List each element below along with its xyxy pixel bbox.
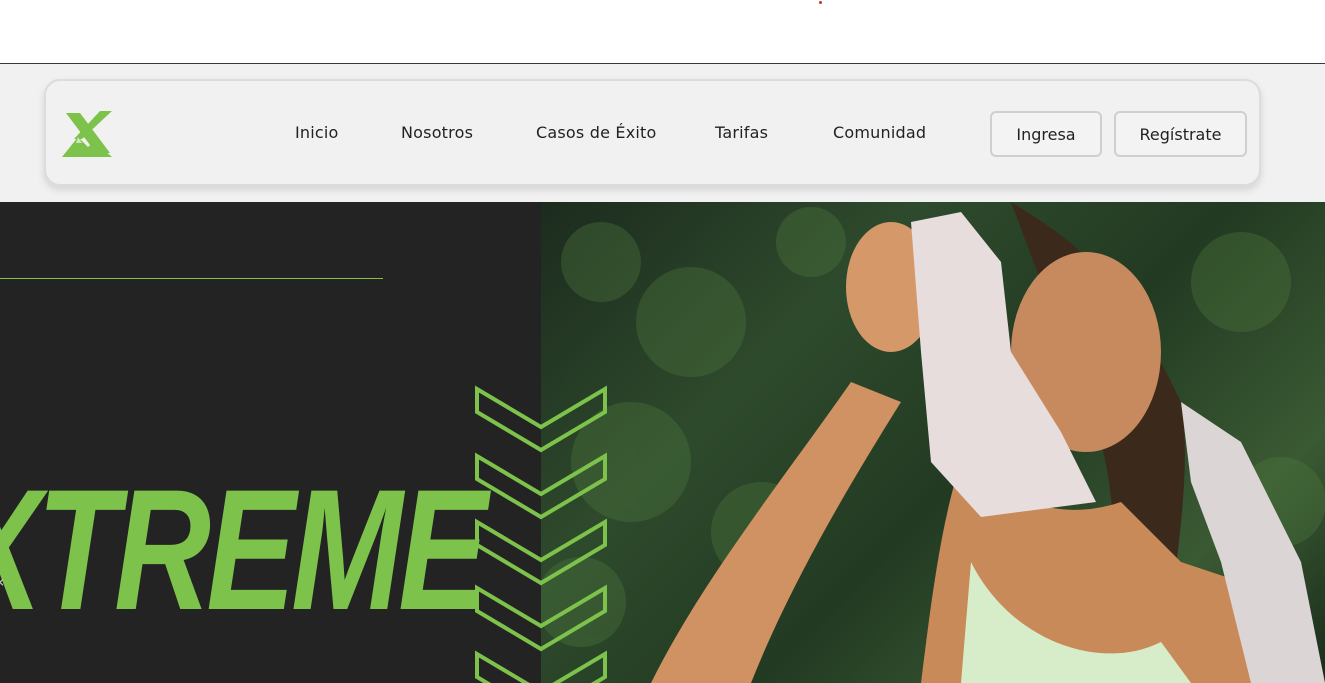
nav-link-nosotros[interactable]: Nosotros: [401, 123, 473, 142]
chevron-left-icon[interactable]: ‹: [0, 572, 4, 591]
navbar: Inicio Nosotros Casos de Éxito Tarifas C…: [44, 79, 1261, 186]
hero-photo-athlete: [541, 202, 1325, 683]
red-dot: [819, 1, 822, 4]
nav-link-tarifas[interactable]: Tarifas: [715, 123, 768, 142]
register-button[interactable]: Regístrate: [1114, 111, 1247, 157]
header: Inicio Nosotros Casos de Éxito Tarifas C…: [0, 64, 1325, 202]
top-strip: [0, 0, 1325, 64]
login-button[interactable]: Ingresa: [990, 111, 1102, 157]
hero-divider-line: [0, 278, 383, 279]
hero-banner: XTREME ‹: [0, 202, 1325, 683]
chevron-decoration: [475, 385, 607, 683]
nav-link-inicio[interactable]: Inicio: [295, 123, 339, 142]
nav-link-comunidad[interactable]: Comunidad: [833, 123, 926, 142]
hero-title: XTREME: [0, 454, 488, 646]
nav-link-casos-de-exito[interactable]: Casos de Éxito: [536, 123, 657, 142]
